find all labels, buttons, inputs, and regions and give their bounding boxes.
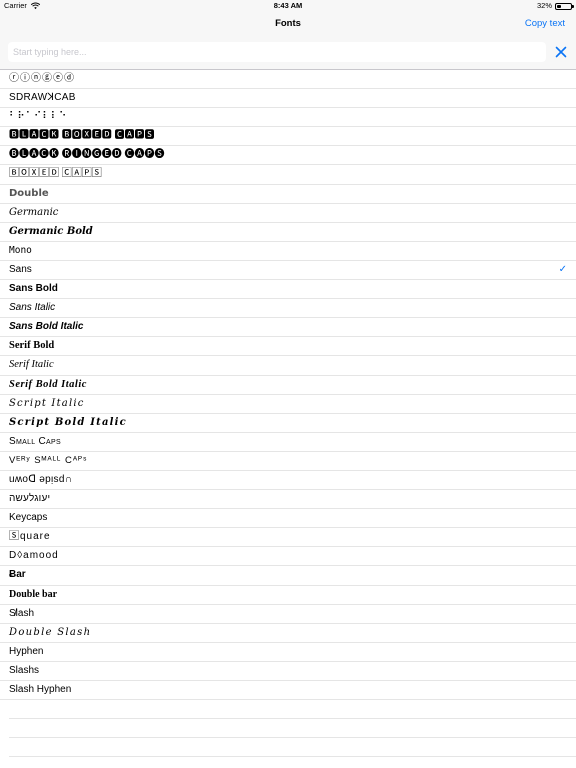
navigation-bar: Fonts Copy text [0, 12, 576, 36]
list-item[interactable]: Germanic [0, 204, 576, 223]
list-item[interactable]: Script Bold Italic [0, 414, 576, 433]
status-bar: Carrier 8:43 AM 32% [0, 0, 576, 12]
list-item[interactable]: 🅑🅛🅐🅒🅚 🅡🅘🅝🅖🅔🅓 🅒🅐🅟🅢 [0, 146, 576, 166]
font-name-label: Serif Bold [9, 340, 55, 352]
font-name-label: יעוגלעשה [9, 493, 51, 505]
font-name-label: Vᴱᴿʸ Sᴹᴬᴸᴸ Cᴬᴾˢ [9, 454, 88, 466]
list-item[interactable]: Keycaps [0, 509, 576, 529]
list-item[interactable]: Double bar [0, 586, 576, 605]
font-name-label: D◊amood [9, 550, 59, 562]
list-item[interactable]: Sans Italic [0, 299, 576, 319]
empty-row [9, 719, 576, 739]
list-item[interactable]: 🅂quare [0, 528, 576, 548]
font-name-label: uʍoᗡ ǝpᴉsd∩ [9, 473, 73, 485]
empty-row [9, 738, 576, 758]
font-name-label: ⓡⓘⓝⓖⓔⓓ [9, 73, 75, 84]
font-name-label: Double Slash [9, 626, 92, 638]
list-item[interactable]: Ƀar [0, 566, 576, 586]
search-bar [0, 36, 576, 70]
font-name-label: S̸lash [9, 607, 35, 619]
list-item[interactable]: Serif Bold [0, 337, 576, 357]
list-item[interactable]: Double [0, 185, 576, 204]
list-item[interactable]: Serif Italic [0, 356, 576, 376]
list-item[interactable]: Serif Bold Italic [0, 376, 576, 395]
font-name-label: Sans Bold Italic [9, 321, 84, 333]
font-name-label: Serif Italic [9, 359, 54, 371]
font-name-label: Slash Hyphen [9, 684, 72, 695]
list-item[interactable]: Slashs [0, 662, 576, 681]
battery-percent: 32% [536, 1, 552, 10]
list-item[interactable]: Slash Hyphen [0, 681, 576, 701]
list-item[interactable]: Germanic Bold [0, 223, 576, 242]
clock: 8:43 AM [273, 1, 303, 10]
list-item[interactable]: Script Italic [0, 395, 576, 414]
copy-text-button[interactable]: Copy text [525, 12, 565, 36]
list-item[interactable]: ⠃⠗⠁⠊⠇⠇⠑ [0, 108, 576, 128]
list-item[interactable]: D◊amood [0, 547, 576, 567]
list-item[interactable]: Small Caps [0, 433, 576, 452]
font-list: ⓡⓘⓝⓖⓔⓓ SDRAWꓘCAB ⠃⠗⠁⠊⠇⠇⠑ 🅱🅻🅰🅲🅺 🅱🅾🆇🅴🅳 🅲🅰🅿🆂 🅑🅛… [0, 70, 576, 758]
list-item[interactable]: 🄱🄾🅇🄴🄳 🄲🄰🄿🅂 [0, 165, 576, 185]
list-item[interactable]: Sans Bold Italic [0, 318, 576, 338]
list-item[interactable]: Mono [0, 242, 576, 261]
font-name-label: Script Italic [9, 397, 85, 409]
battery-icon [555, 2, 574, 10]
font-name-label: Small Caps [9, 435, 61, 447]
font-name-label: Ƀar [9, 569, 26, 581]
font-name-label: Serif Bold Italic [9, 378, 87, 390]
font-name-label: Double [9, 187, 49, 199]
list-item[interactable]: Sans Bold [0, 280, 576, 300]
list-item[interactable]: uʍoᗡ ǝpᴉsd∩ [0, 471, 576, 491]
font-name-label: Double bar [9, 588, 58, 600]
page-title: Fonts [275, 18, 301, 29]
font-name-label: Sans Bold [9, 283, 58, 295]
list-item[interactable]: SDRAWꓘCAB [0, 89, 576, 109]
font-name-label: Hyphen [9, 645, 44, 657]
list-item[interactable]: S̸lash [0, 605, 576, 624]
font-name-label: Slashs [9, 664, 40, 676]
font-name-label: Keycaps [9, 512, 48, 524]
font-name-label: Mono [9, 244, 32, 256]
list-item[interactable]: ⓡⓘⓝⓖⓔⓓ [0, 70, 576, 90]
list-item[interactable]: 🅱🅻🅰🅲🅺 🅱🅾🆇🅴🅳 🅲🅰🅿🆂 [0, 127, 576, 147]
list-item[interactable]: יעוגלעשה [0, 490, 576, 510]
empty-row [9, 700, 576, 720]
list-item[interactable]: Hyphen [0, 643, 576, 662]
font-name-label: Script Bold Italic [9, 416, 127, 428]
checkmark-icon: ✓ [558, 263, 567, 275]
font-name-label: SDRAWꓘCAB [9, 92, 76, 104]
list-item[interactable]: Sans ✓ [0, 261, 576, 281]
list-item[interactable]: Double Slash [0, 624, 576, 643]
font-name-label: Germanic Bold [9, 225, 93, 237]
font-name-label: ⠃⠗⠁⠊⠇⠇⠑ [9, 111, 68, 123]
font-name-label: 🅱🅻🅰🅲🅺 🅱🅾🆇🅴🅳 🅲🅰🅿🆂 [9, 130, 155, 142]
font-name-label: 🄱🄾🅇🄴🄳 🄲🄰🄿🅂 [9, 168, 102, 180]
font-name-label: Germanic [9, 206, 59, 218]
font-name-label: Sans Italic [9, 302, 56, 314]
font-name-label: 🅂quare [9, 531, 51, 543]
font-name-label: Sans [9, 263, 32, 275]
search-input[interactable] [8, 42, 546, 62]
close-icon[interactable] [554, 45, 568, 59]
font-name-label: 🅑🅛🅐🅒🅚 🅡🅘🅝🅖🅔🅓 🅒🅐🅟🅢 [9, 149, 165, 161]
list-item[interactable]: Vᴱᴿʸ Sᴹᴬᴸᴸ Cᴬᴾˢ [0, 452, 576, 471]
battery-group: 32% [536, 0, 574, 12]
